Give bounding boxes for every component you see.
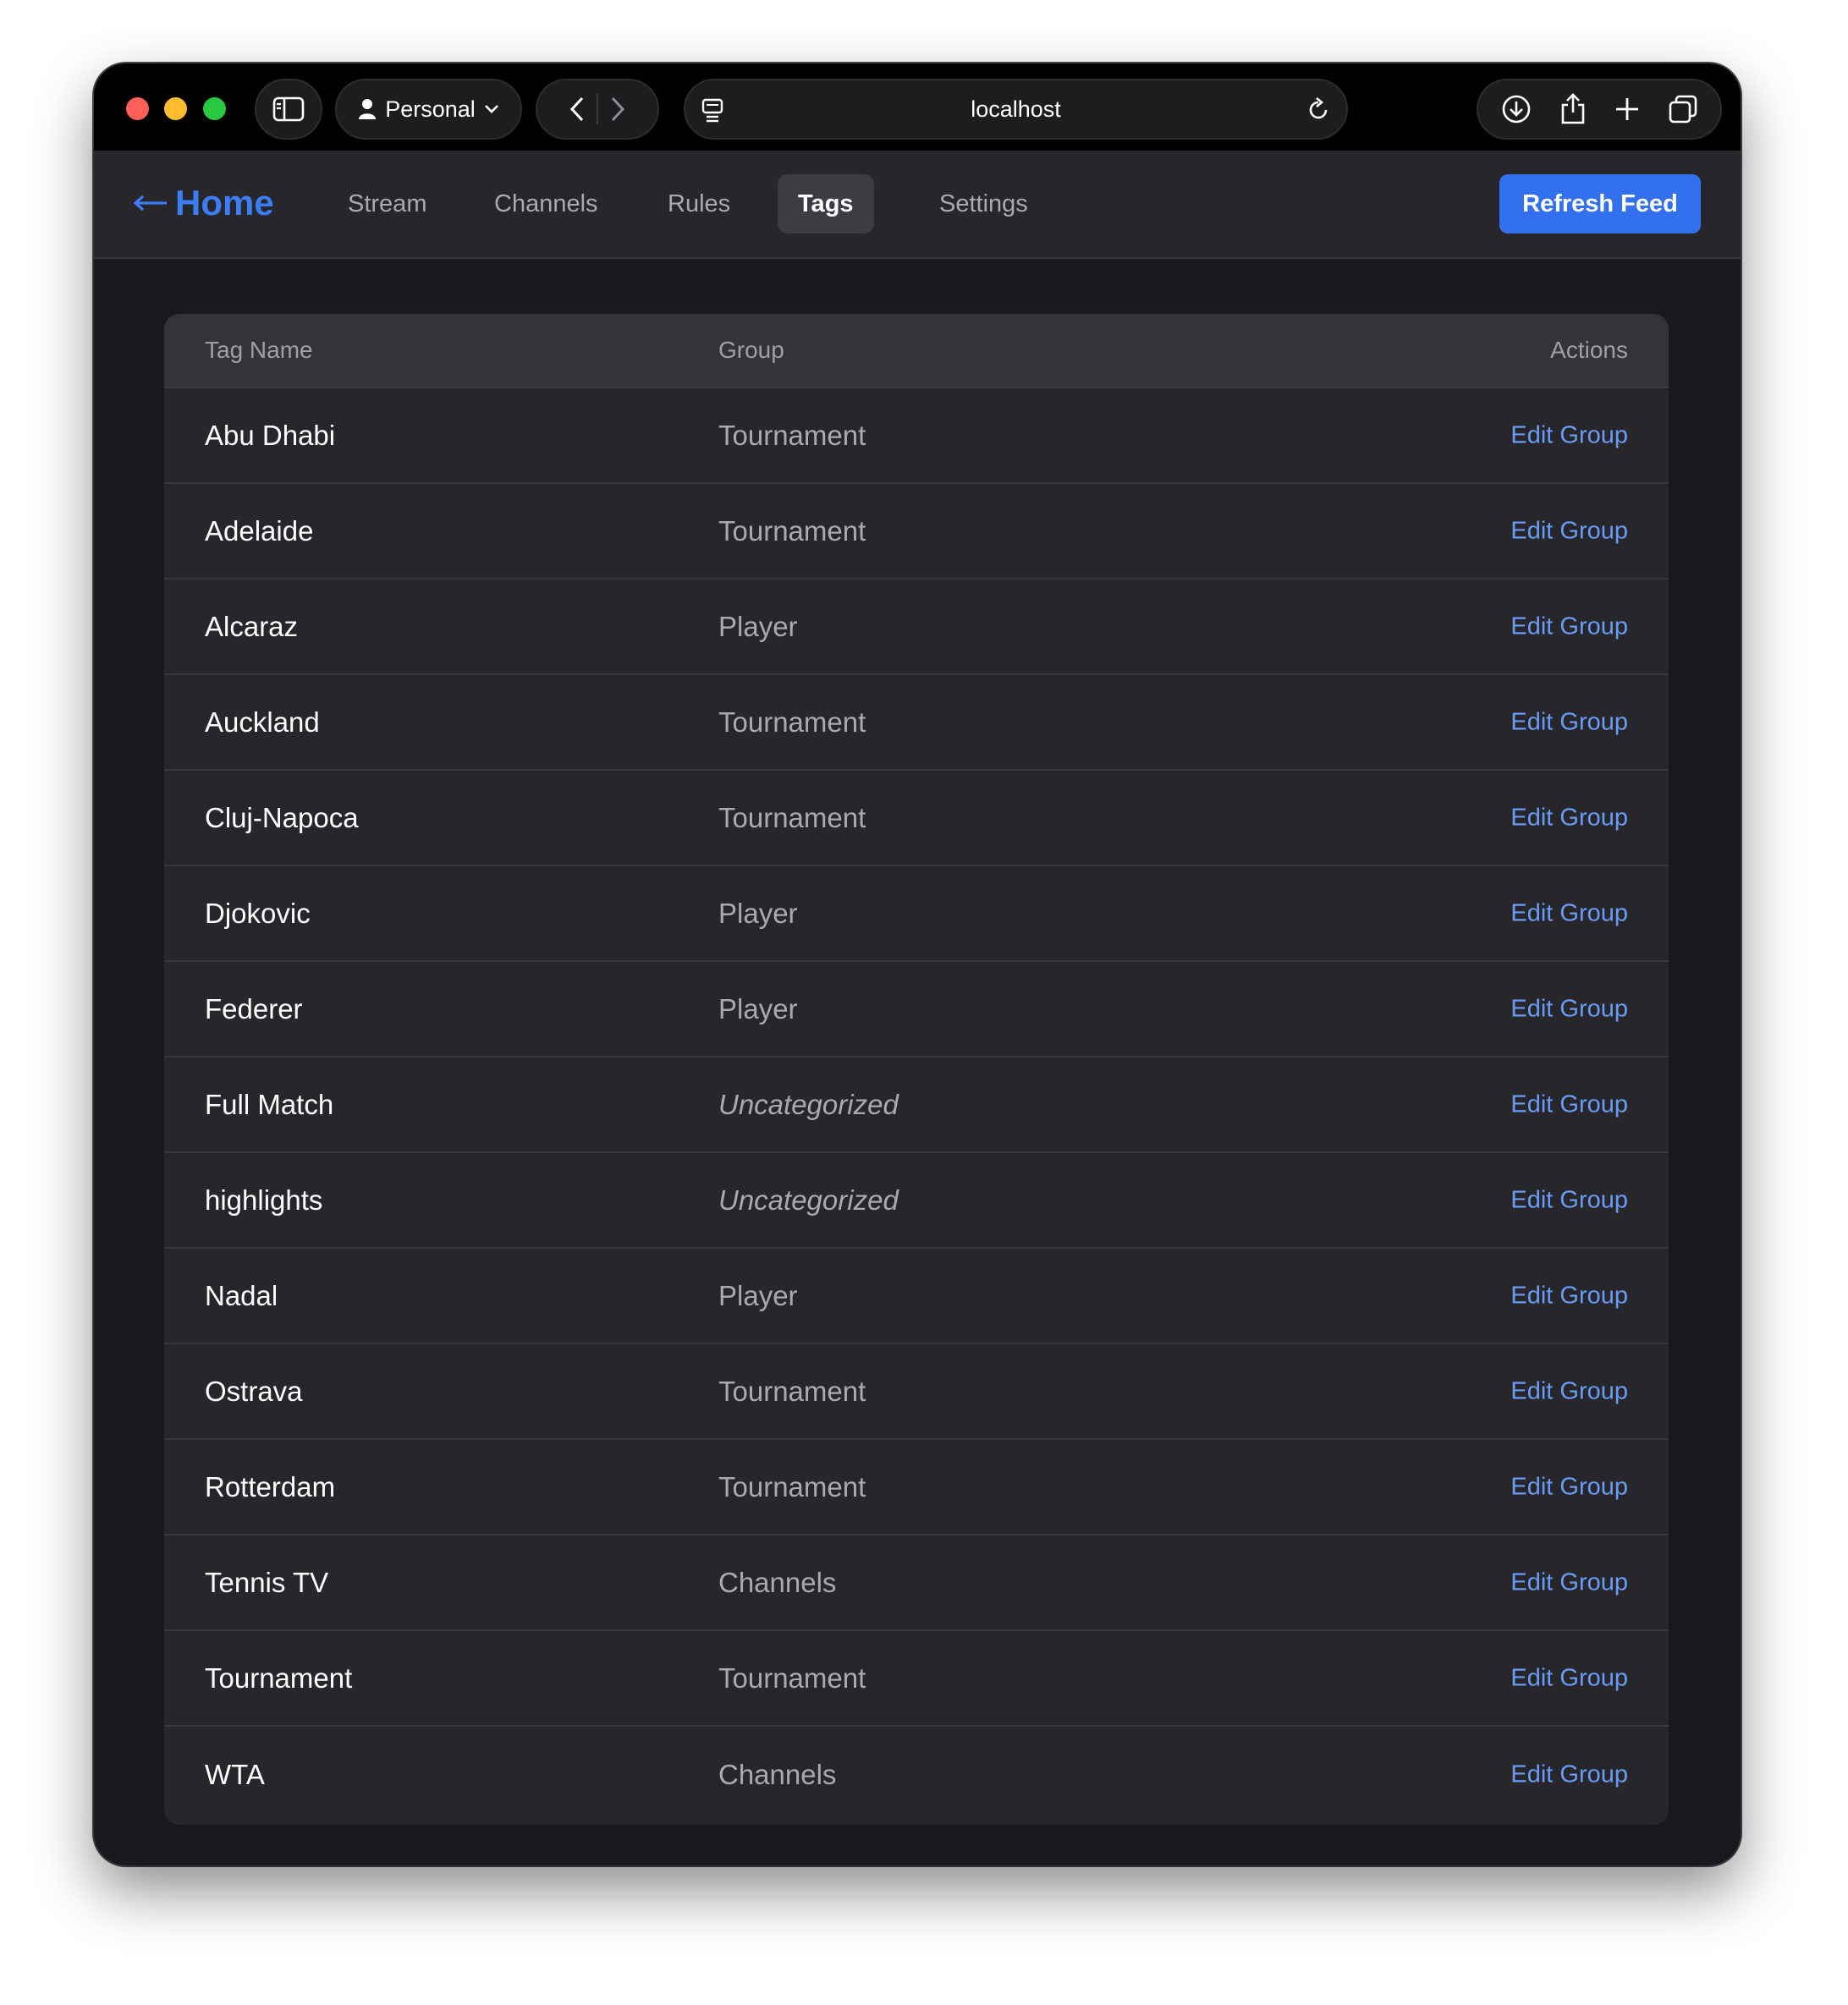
tag-group: Channels	[718, 1758, 837, 1790]
tag-name: Cluj-Napoca	[205, 801, 359, 833]
nav-rules[interactable]: Rules	[647, 174, 751, 233]
table-row: Auckland Tournament Edit Group	[164, 675, 1669, 771]
tag-group: Tournament	[718, 1470, 866, 1502]
tag-group: Tournament	[718, 801, 866, 833]
tag-name: Adelaide	[205, 514, 314, 547]
tag-group: Tournament	[718, 1662, 866, 1694]
edit-group-link[interactable]: Edit Group	[1510, 1473, 1628, 1501]
new-tab-icon[interactable]	[1614, 96, 1640, 122]
forward-arrow-icon[interactable]	[610, 96, 625, 122]
tag-group: Channels	[718, 1566, 837, 1598]
table-row: Federer Player Edit Group	[164, 962, 1669, 1057]
tab-overview-icon[interactable]	[1668, 94, 1698, 124]
table-row: Tournament Tournament Edit Group	[164, 1631, 1669, 1727]
edit-group-link[interactable]: Edit Group	[1510, 708, 1628, 736]
table-row: Full Match Uncategorized Edit Group	[164, 1057, 1669, 1153]
tag-name: Djokovic	[205, 897, 311, 929]
table-row: Abu Dhabi Tournament Edit Group	[164, 388, 1669, 484]
chevron-down-icon	[484, 105, 498, 113]
refresh-feed-button[interactable]: Refresh Feed	[1499, 174, 1701, 233]
header-tag-name: Tag Name	[205, 337, 313, 363]
table-row: Ostrava Tournament Edit Group	[164, 1344, 1669, 1440]
edit-group-link[interactable]: Edit Group	[1510, 612, 1628, 640]
tag-name: WTA	[205, 1758, 265, 1790]
table-row: WTA Channels Edit Group	[164, 1727, 1669, 1822]
tag-name: highlights	[205, 1184, 323, 1216]
close-window-button[interactable]	[126, 97, 149, 120]
page-menu-icon[interactable]	[701, 97, 724, 123]
header-group: Group	[718, 337, 784, 363]
profile-selector[interactable]: Personal	[335, 79, 522, 140]
edit-group-link[interactable]: Edit Group	[1510, 517, 1628, 545]
tag-name: Alcaraz	[205, 610, 299, 642]
tag-name: Abu Dhabi	[205, 419, 336, 451]
nav-tags[interactable]: Tags	[778, 174, 874, 233]
edit-group-link[interactable]: Edit Group	[1510, 1377, 1628, 1405]
table-row: Djokovic Player Edit Group	[164, 866, 1669, 962]
edit-group-link[interactable]: Edit Group	[1510, 1664, 1628, 1692]
browser-toolbar: Personal localhost	[94, 63, 1741, 151]
minimize-window-button[interactable]	[164, 97, 187, 120]
tag-group: Tournament	[718, 706, 866, 738]
table-row: Rotterdam Tournament Edit Group	[164, 1440, 1669, 1535]
header-actions: Actions	[1550, 337, 1628, 363]
browser-actions	[1477, 79, 1722, 140]
tag-group: Tournament	[718, 1375, 866, 1407]
tag-group: Uncategorized	[718, 1184, 899, 1216]
zoom-window-button[interactable]	[203, 97, 226, 120]
sidebar-toggle-button[interactable]	[255, 79, 322, 140]
tag-name: Full Match	[205, 1088, 334, 1120]
edit-group-link[interactable]: Edit Group	[1510, 421, 1628, 449]
url-text: localhost	[971, 96, 1061, 122]
edit-group-link[interactable]: Edit Group	[1510, 1186, 1628, 1214]
share-icon[interactable]	[1559, 93, 1587, 125]
tag-group: Player	[718, 610, 798, 642]
edit-group-link[interactable]: Edit Group	[1510, 1568, 1628, 1596]
table-row: Adelaide Tournament Edit Group	[164, 484, 1669, 580]
nav-settings[interactable]: Settings	[919, 174, 1048, 233]
tags-table: Tag Name Group Actions Abu Dhabi Tourname…	[164, 314, 1669, 1825]
edit-group-link[interactable]: Edit Group	[1510, 899, 1628, 927]
tag-group: Player	[718, 897, 798, 929]
table-row: Tennis TV Channels Edit Group	[164, 1535, 1669, 1631]
reload-icon[interactable]	[1306, 97, 1331, 123]
tag-group: Tournament	[718, 514, 866, 547]
person-icon	[359, 99, 377, 119]
edit-group-link[interactable]: Edit Group	[1510, 1090, 1628, 1118]
app-navbar: Home Stream Channels Rules Tags Settings…	[94, 151, 1741, 259]
address-bar[interactable]: localhost	[684, 79, 1348, 140]
tag-name: Ostrava	[205, 1375, 303, 1407]
tag-group: Player	[718, 992, 798, 1024]
edit-group-link[interactable]: Edit Group	[1510, 995, 1628, 1023]
tag-group: Tournament	[718, 419, 866, 451]
arrow-left-icon	[133, 195, 167, 211]
table-row: Cluj-Napoca Tournament Edit Group	[164, 771, 1669, 866]
profile-label: Personal	[385, 96, 476, 122]
tag-group: Player	[718, 1279, 798, 1311]
nav-stream[interactable]: Stream	[327, 174, 447, 233]
table-body: Abu Dhabi Tournament Edit Group Adelaide Tou…	[164, 388, 1669, 1822]
download-icon[interactable]	[1501, 94, 1532, 124]
table-row: Nadal Player Edit Group	[164, 1249, 1669, 1344]
tag-name: Rotterdam	[205, 1470, 336, 1502]
back-arrow-icon[interactable]	[569, 96, 585, 122]
table-row: Alcaraz Player Edit Group	[164, 580, 1669, 675]
home-label: Home	[175, 183, 274, 222]
tag-name: Auckland	[205, 706, 320, 738]
tag-name: Federer	[205, 992, 303, 1024]
table-header: Tag Name Group Actions	[164, 314, 1669, 388]
tag-name: Nadal	[205, 1279, 278, 1311]
tag-group: Uncategorized	[718, 1088, 899, 1120]
sidebar-icon	[272, 96, 305, 122]
tag-name: Tournament	[205, 1662, 353, 1694]
table-row: highlights Uncategorized Edit Group	[164, 1153, 1669, 1249]
edit-group-link[interactable]: Edit Group	[1510, 1761, 1628, 1788]
edit-group-link[interactable]: Edit Group	[1510, 1282, 1628, 1310]
edit-group-link[interactable]: Edit Group	[1510, 804, 1628, 832]
nav-channels[interactable]: Channels	[474, 174, 619, 233]
home-link[interactable]: Home	[133, 183, 274, 223]
tag-name: Tennis TV	[205, 1566, 329, 1598]
history-navigation	[536, 79, 659, 140]
browser-window: Personal localhost Home Stream Channels …	[94, 63, 1741, 1865]
